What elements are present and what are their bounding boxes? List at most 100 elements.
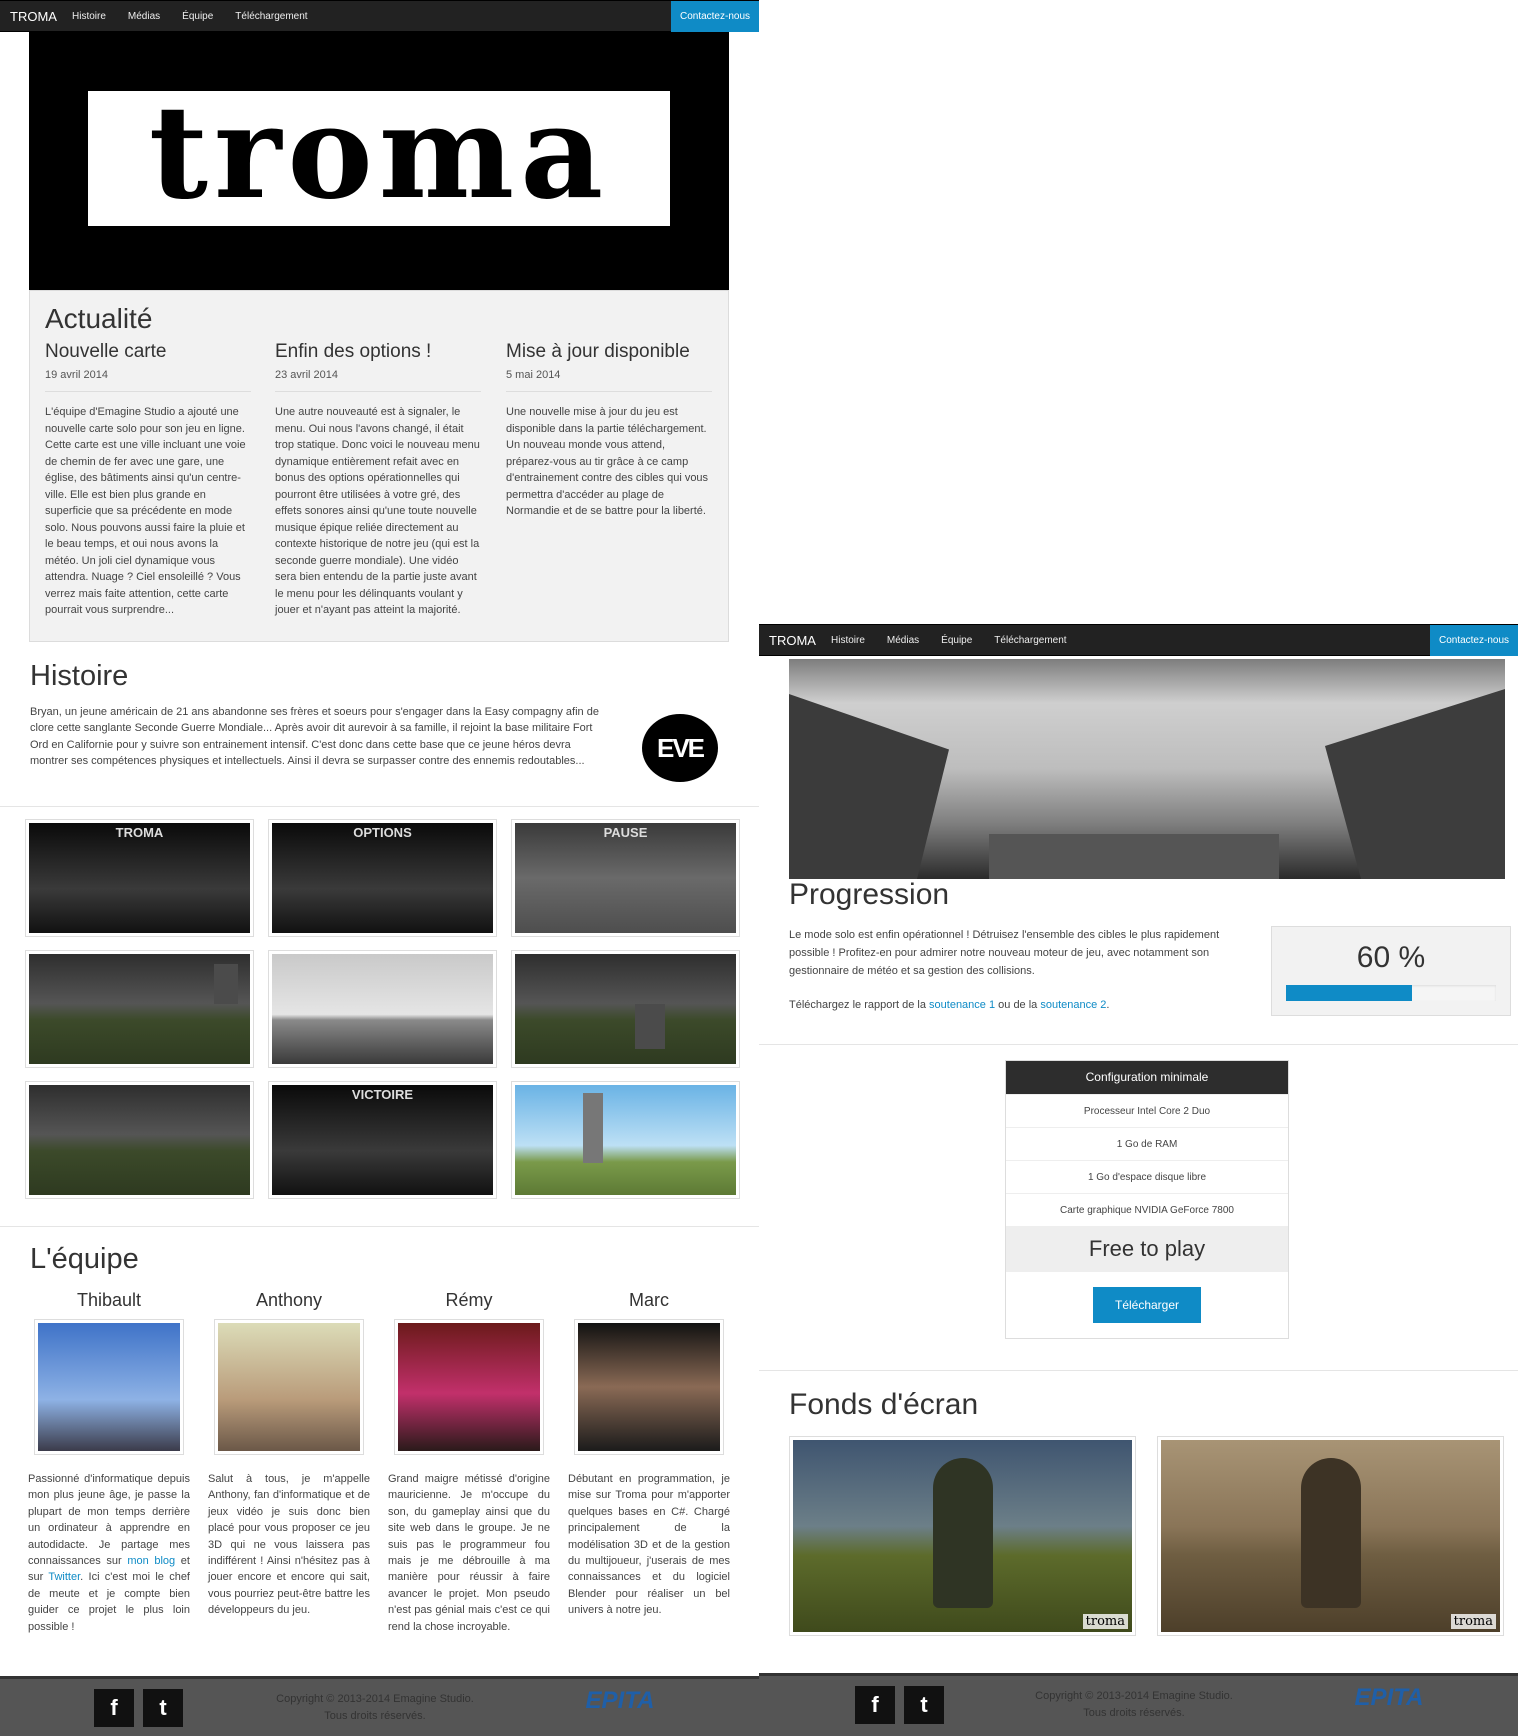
navbar: TROMA Histoire Médias Équipe Téléchargem… bbox=[759, 624, 1518, 656]
landing-image bbox=[789, 659, 1505, 879]
copyright: Copyright © 2013-2014 Emagine Studio. To… bbox=[1035, 1690, 1233, 1719]
nav-menu: Histoire Médias Équipe Téléchargement bbox=[831, 635, 1089, 646]
contact-button[interactable]: Contactez-nous bbox=[671, 1, 759, 32]
navbar: TROMA Histoire Médias Équipe Téléchargem… bbox=[0, 0, 759, 32]
news-item-date: 19 avril 2014 bbox=[45, 369, 108, 381]
section-divider bbox=[0, 1226, 759, 1227]
gallery-thumb[interactable] bbox=[268, 950, 497, 1068]
thumb-caption: VICTOIRE bbox=[351, 1087, 414, 1102]
member-name: Rémy bbox=[445, 1290, 493, 1310]
nav-item-medias[interactable]: Médias bbox=[887, 635, 919, 646]
divider bbox=[275, 391, 481, 392]
gallery-thumb[interactable]: OPTIONS bbox=[268, 819, 497, 937]
news-item: Enfin des options ! 23 avril 2014 Une au… bbox=[275, 341, 481, 619]
nav-item-equipe[interactable]: Équipe bbox=[941, 635, 972, 646]
config-row: Processeur Intel Core 2 Duo bbox=[1006, 1094, 1288, 1127]
config-row: 1 Go d'espace disque libre bbox=[1006, 1160, 1288, 1193]
progress-bar bbox=[1286, 985, 1496, 1001]
wallpaper-thumb[interactable]: troma bbox=[1157, 1436, 1504, 1636]
divider bbox=[506, 391, 712, 392]
member-photo bbox=[34, 1319, 184, 1455]
footer: f t Copyright © 2013-2014 Emagine Studio… bbox=[759, 1673, 1518, 1736]
news-item-title: Mise à jour disponible bbox=[506, 341, 690, 362]
section-divider bbox=[759, 1044, 1518, 1045]
histoire-title: Histoire bbox=[30, 660, 129, 692]
progress-percent: 60 % bbox=[1356, 941, 1426, 974]
member-bio: Débutant en programmation, je mise sur T… bbox=[568, 1473, 730, 1617]
hero-banner: troma bbox=[29, 32, 729, 290]
member-name: Thibault bbox=[76, 1290, 142, 1310]
member-bio: Passionné d'informatique depuis mon plus… bbox=[28, 1473, 190, 1633]
progress-fill bbox=[1286, 985, 1412, 1001]
twitter-icon[interactable]: t bbox=[904, 1686, 944, 1724]
thumb-caption: OPTIONS bbox=[353, 825, 412, 840]
gallery-thumb[interactable] bbox=[25, 950, 254, 1068]
page-right: TROMA Histoire Médias Équipe Téléchargem… bbox=[759, 624, 1518, 1736]
nav-item-histoire[interactable]: Histoire bbox=[72, 11, 106, 22]
download-button[interactable]: Télécharger bbox=[1093, 1287, 1201, 1323]
divider bbox=[45, 391, 251, 392]
thumb-caption: PAUSE bbox=[603, 825, 648, 840]
troma-logo: troma bbox=[88, 78, 670, 228]
gallery-thumb[interactable]: TROMA bbox=[25, 819, 254, 937]
soldier-figure bbox=[933, 1458, 993, 1608]
news-item: Nouvelle carte 19 avril 2014 L'équipe d'… bbox=[45, 341, 251, 619]
gallery-thumb[interactable] bbox=[511, 950, 740, 1068]
logo-text: troma bbox=[148, 78, 610, 228]
nav-item-telechargement[interactable]: Téléchargement bbox=[994, 635, 1066, 646]
member-photo bbox=[394, 1319, 544, 1455]
nav-item-medias[interactable]: Médias bbox=[128, 11, 160, 22]
copyright: Copyright © 2013-2014 Emagine Studio. To… bbox=[276, 1693, 474, 1722]
member-bio: Salut à tous, je m'appelle Anthony, fan … bbox=[208, 1473, 370, 1617]
facebook-icon[interactable]: f bbox=[855, 1686, 895, 1724]
member-bio: Grand maigre métissé d'origine mauricien… bbox=[388, 1473, 550, 1633]
news-item-title: Nouvelle carte bbox=[45, 341, 167, 362]
gallery-thumb[interactable] bbox=[511, 1081, 740, 1199]
epita-logo[interactable]: EPITA bbox=[1349, 1684, 1429, 1728]
wallpaper-tag: troma bbox=[1082, 1614, 1128, 1629]
download-area: Télécharger bbox=[1006, 1272, 1288, 1338]
progression-title: Progression bbox=[789, 878, 950, 911]
gallery-thumb[interactable] bbox=[25, 1081, 254, 1199]
footer: f t Copyright © 2013-2014 Emagine Studio… bbox=[0, 1676, 759, 1736]
config-title: Configuration minimale bbox=[1006, 1061, 1288, 1094]
soldier-figure bbox=[1301, 1458, 1361, 1608]
progression-text: Le mode solo est enfin opérationnel ! Dé… bbox=[789, 929, 1220, 1011]
wallpapers-title: Fonds d'écran bbox=[789, 1388, 979, 1421]
contact-button[interactable]: Contactez-nous bbox=[1430, 625, 1518, 656]
news-title: Actualité bbox=[45, 303, 153, 334]
wallpaper-thumb[interactable]: troma bbox=[789, 1436, 1136, 1636]
team-member: Rémy Grand maigre métissé d'origine maur… bbox=[388, 1290, 550, 1635]
config-row: 1 Go de RAM bbox=[1006, 1127, 1288, 1160]
nav-item-equipe[interactable]: Équipe bbox=[182, 11, 213, 22]
progress-panel: 60 % bbox=[1271, 926, 1511, 1016]
news-item-text: L'équipe d'Emagine Studio a ajouté une n… bbox=[45, 406, 246, 616]
price-label: Free to play bbox=[1006, 1226, 1288, 1272]
news-item-text: Une nouvelle mise à jour du jeu est disp… bbox=[506, 406, 709, 517]
facebook-icon[interactable]: f bbox=[94, 1689, 134, 1727]
soutenance-1-link[interactable]: soutenance 1 bbox=[929, 999, 995, 1011]
config-panel: Configuration minimale Processeur Intel … bbox=[1005, 1060, 1289, 1339]
soutenance-2-link[interactable]: soutenance 2 bbox=[1040, 999, 1106, 1011]
gallery-thumb[interactable]: PAUSE bbox=[511, 819, 740, 937]
news-item-text: Une autre nouveauté est à signaler, le m… bbox=[275, 406, 480, 616]
histoire-text: Bryan, un jeune américain de 21 ans aban… bbox=[30, 706, 599, 768]
eve-logo: EVE bbox=[642, 714, 718, 782]
section-divider bbox=[0, 806, 759, 807]
nav-item-telechargement[interactable]: Téléchargement bbox=[235, 11, 307, 22]
nav-item-histoire[interactable]: Histoire bbox=[831, 635, 865, 646]
epita-logo[interactable]: EPITA bbox=[580, 1687, 660, 1731]
brand-link[interactable]: TROMA bbox=[10, 9, 57, 24]
news-item: Mise à jour disponible 5 mai 2014 Une no… bbox=[506, 341, 712, 520]
news-item-date: 5 mai 2014 bbox=[506, 369, 561, 381]
blog-link[interactable]: mon blog bbox=[127, 1555, 175, 1567]
member-photo bbox=[214, 1319, 364, 1455]
thumb-caption: TROMA bbox=[115, 825, 164, 840]
equipe-title: L'équipe bbox=[30, 1243, 139, 1275]
brand-link[interactable]: TROMA bbox=[769, 633, 816, 648]
member-photo bbox=[574, 1319, 724, 1455]
twitter-link[interactable]: Twitter bbox=[48, 1571, 80, 1583]
twitter-icon[interactable]: t bbox=[143, 1689, 183, 1727]
team-member: Marc Débutant en programmation, je mise … bbox=[568, 1290, 730, 1619]
gallery-thumb[interactable]: VICTOIRE bbox=[268, 1081, 497, 1199]
